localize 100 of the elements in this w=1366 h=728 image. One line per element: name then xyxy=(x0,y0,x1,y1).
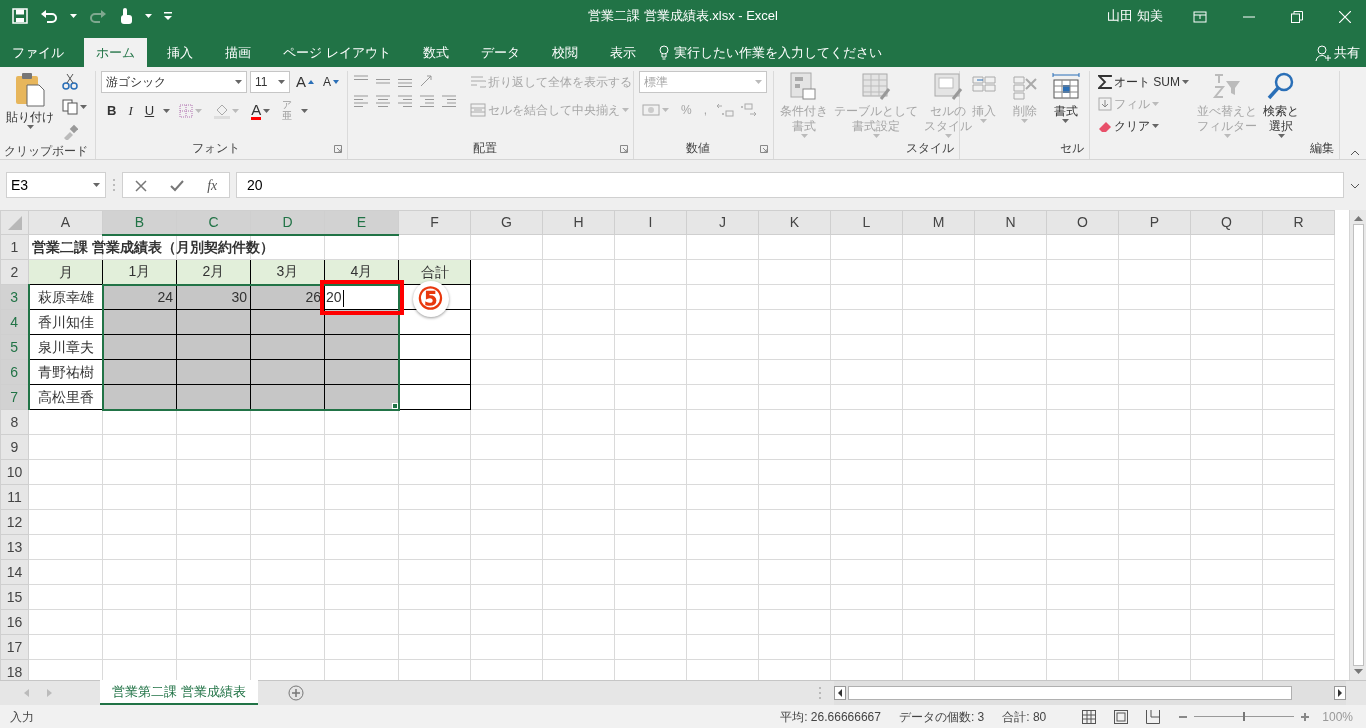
spreadsheet-cell[interactable]: 24 xyxy=(102,284,177,310)
normal-view-button[interactable] xyxy=(1082,707,1097,726)
column-header[interactable]: O xyxy=(1046,210,1119,235)
zoom-in-icon[interactable] xyxy=(1300,711,1311,722)
page-layout-button[interactable] xyxy=(1114,707,1129,726)
scrollbar-thumb[interactable] xyxy=(848,686,1292,700)
scroll-up-icon[interactable] xyxy=(1353,215,1363,221)
row-header[interactable]: 9 xyxy=(0,434,29,460)
share-button[interactable]: 共有 xyxy=(1315,38,1360,67)
spreadsheet-cell[interactable]: 30 xyxy=(176,284,251,310)
zoom-slider-thumb[interactable] xyxy=(1243,712,1246,721)
save-icon[interactable] xyxy=(12,8,28,24)
page-break-button[interactable] xyxy=(1146,707,1161,726)
font-color-button[interactable]: A xyxy=(248,100,274,122)
undo-icon[interactable] xyxy=(40,8,58,24)
column-header[interactable]: Q xyxy=(1190,210,1263,235)
spreadsheet-cell[interactable] xyxy=(398,384,471,410)
column-header[interactable]: H xyxy=(542,210,615,235)
row-header[interactable]: 5 xyxy=(0,334,29,360)
column-header[interactable]: I xyxy=(614,210,687,235)
fill-handle[interactable] xyxy=(391,402,398,409)
spreadsheet-cell[interactable] xyxy=(398,334,471,360)
cells-button[interactable]: 書式 xyxy=(1049,71,1082,139)
increase-indent-icon[interactable] xyxy=(441,94,457,108)
grow-font-button[interactable]: A xyxy=(292,71,317,93)
column-header[interactable]: J xyxy=(686,210,759,235)
spreadsheet-cell[interactable] xyxy=(102,359,177,385)
ribbon-tab[interactable]: 挿入 xyxy=(155,38,205,67)
row-header[interactable]: 18 xyxy=(0,659,29,680)
collapse-ribbon-icon[interactable] xyxy=(1350,150,1360,156)
row-header[interactable]: 16 xyxy=(0,609,29,635)
dialog-launcher-icon[interactable] xyxy=(334,145,342,153)
row-header[interactable]: 8 xyxy=(0,409,29,435)
ribbon-tab[interactable]: ページ レイアウト xyxy=(271,38,403,67)
row-header[interactable]: 11 xyxy=(0,484,29,510)
row-header[interactable]: 13 xyxy=(0,534,29,560)
autosum-button[interactable]: オート SUM xyxy=(1095,71,1192,93)
row-header[interactable]: 15 xyxy=(0,584,29,610)
ribbon-tab[interactable]: ホーム xyxy=(84,38,147,67)
column-header[interactable]: C xyxy=(176,210,251,235)
column-header[interactable]: N xyxy=(974,210,1047,235)
row-header[interactable]: 17 xyxy=(0,634,29,660)
find-select-button[interactable]: 検索と 選択 xyxy=(1262,71,1300,139)
insert-function-button[interactable]: fx xyxy=(207,174,218,196)
font-name-dropdown[interactable]: 游ゴシック xyxy=(101,71,247,93)
ribbon-tab[interactable]: 校閲 xyxy=(539,38,590,67)
align-right-icon[interactable] xyxy=(397,94,413,108)
underline-button[interactable]: U xyxy=(141,100,158,122)
dialog-launcher-icon[interactable] xyxy=(760,145,768,153)
column-header[interactable]: R xyxy=(1262,210,1335,235)
scrollbar-thumb[interactable] xyxy=(1352,224,1364,666)
scroll-right-icon[interactable] xyxy=(1334,686,1346,700)
ribbon-tab[interactable]: 表示 xyxy=(597,38,648,67)
spreadsheet-cell[interactable] xyxy=(102,384,177,410)
ribbon-tab[interactable]: ファイル xyxy=(0,38,76,67)
column-header[interactable]: L xyxy=(830,210,903,235)
dialog-launcher-icon[interactable] xyxy=(620,145,628,153)
spreadsheet-cell[interactable]: 営業二課 営業成績表（月別契約件数） xyxy=(32,238,274,255)
decrease-indent-icon[interactable] xyxy=(419,94,435,108)
redo-icon[interactable] xyxy=(89,8,107,24)
bold-button[interactable]: B xyxy=(104,100,120,122)
spreadsheet-cell[interactable] xyxy=(102,334,177,360)
column-header[interactable]: G xyxy=(470,210,543,235)
paste-button[interactable]: 貼り付け xyxy=(5,71,55,143)
row-header[interactable]: 1 xyxy=(0,234,29,260)
font-size-dropdown[interactable]: 11 xyxy=(249,71,290,93)
row-header[interactable]: 12 xyxy=(0,509,29,535)
copy-button[interactable] xyxy=(59,96,90,118)
scroll-left-icon[interactable] xyxy=(834,686,846,700)
clear-button[interactable]: クリア xyxy=(1095,115,1192,137)
tell-me-field[interactable]: 実行したい作業を入力してください xyxy=(671,41,922,64)
row-header[interactable]: 2 xyxy=(0,259,29,285)
row-header[interactable]: 3 xyxy=(0,284,29,310)
row-header[interactable]: 7 xyxy=(0,384,29,410)
spreadsheet-cell[interactable] xyxy=(102,309,177,335)
italic-button[interactable]: I xyxy=(125,100,136,122)
row-header[interactable]: 10 xyxy=(0,459,29,485)
sheet-tab[interactable]: 営業第二課 営業成績表 xyxy=(100,680,258,705)
ribbon-tab[interactable]: 描画 xyxy=(213,38,263,67)
scroll-down-icon[interactable] xyxy=(1353,669,1363,675)
row-header[interactable]: 4 xyxy=(0,309,29,335)
spreadsheet-cell[interactable]: 26 xyxy=(250,284,325,310)
customize-icon[interactable] xyxy=(164,12,172,20)
column-header[interactable]: D xyxy=(250,210,325,235)
column-header[interactable]: M xyxy=(902,210,975,235)
formula-field[interactable]: 20 xyxy=(236,172,1344,198)
column-header[interactable]: K xyxy=(758,210,831,235)
row-header[interactable]: 6 xyxy=(0,359,29,385)
align-center-icon[interactable] xyxy=(375,94,391,108)
ribbon-tab[interactable]: 数式 xyxy=(410,38,461,67)
ribbon-tab[interactable]: データ xyxy=(468,38,532,67)
column-header[interactable]: E xyxy=(324,210,399,235)
align-left-icon[interactable] xyxy=(353,94,369,108)
row-header[interactable]: 14 xyxy=(0,559,29,585)
shrink-font-button[interactable]: A xyxy=(320,71,342,93)
column-header[interactable]: A xyxy=(28,210,103,235)
spreadsheet-cell[interactable] xyxy=(398,359,471,385)
hand-icon[interactable] xyxy=(119,7,133,25)
column-header[interactable]: B xyxy=(102,210,177,235)
column-header[interactable]: F xyxy=(398,210,471,235)
